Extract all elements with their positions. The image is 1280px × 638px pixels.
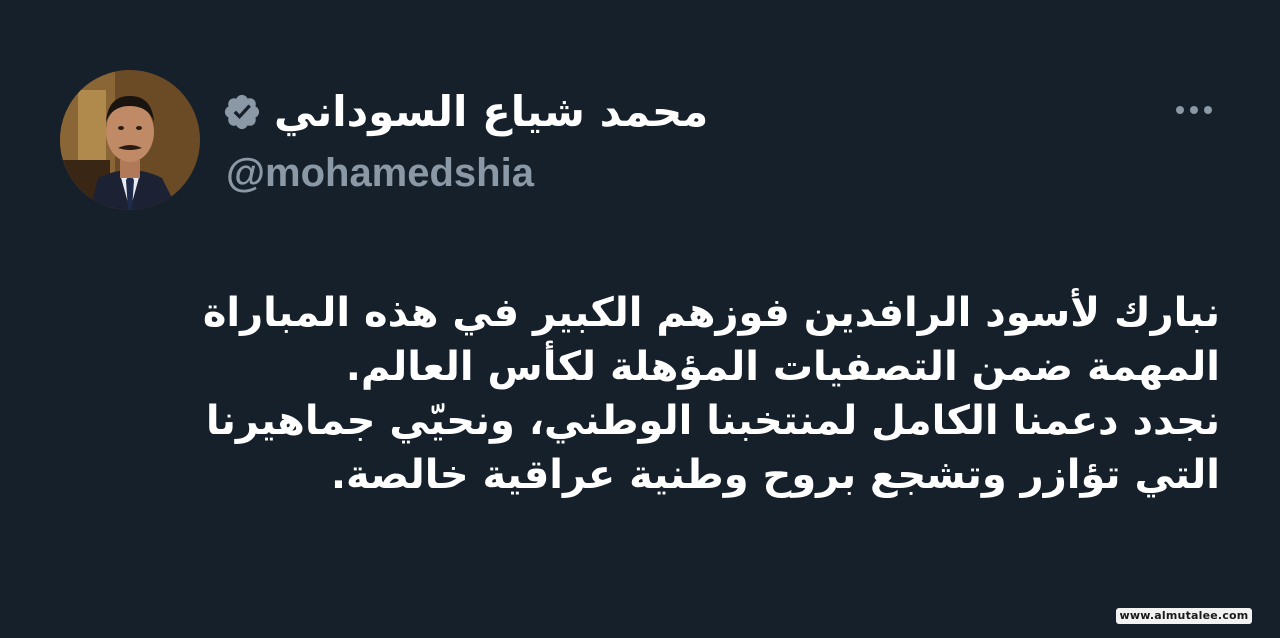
more-horizontal-icon [1204,106,1212,114]
tweet-card: محمد شياع السوداني @mohamedshia نبارك لأ… [0,0,1280,638]
avatar[interactable] [60,70,200,210]
author-handle[interactable]: @mohamedshia [226,148,534,198]
verified-badge-icon [224,94,260,130]
author-display-name[interactable]: محمد شياع السوداني [274,84,708,140]
avatar-photo-icon [60,70,200,210]
tweet-line: نبارك لأسود الرافدين فوزهم الكبير في هذه… [202,290,1220,336]
more-options-button[interactable] [1168,92,1220,128]
tweet-line: المهمة ضمن التصفيات المؤهلة لكأس العالم. [345,344,1220,390]
tweet-line: نجدد دعمنا الكامل لمنتخبنا الوطني، ونحيّ… [205,398,1220,444]
site-watermark: www.almutalee.com [1116,608,1252,624]
tweet-line: التي تؤازر وتشجع بروح وطنية عراقية خالصة… [330,452,1220,498]
more-horizontal-icon [1176,106,1184,114]
author-name-row[interactable]: محمد شياع السوداني [222,84,708,140]
more-horizontal-icon [1190,106,1198,114]
tweet-text: نبارك لأسود الرافدين فوزهم الكبير في هذه… [120,286,1220,576]
